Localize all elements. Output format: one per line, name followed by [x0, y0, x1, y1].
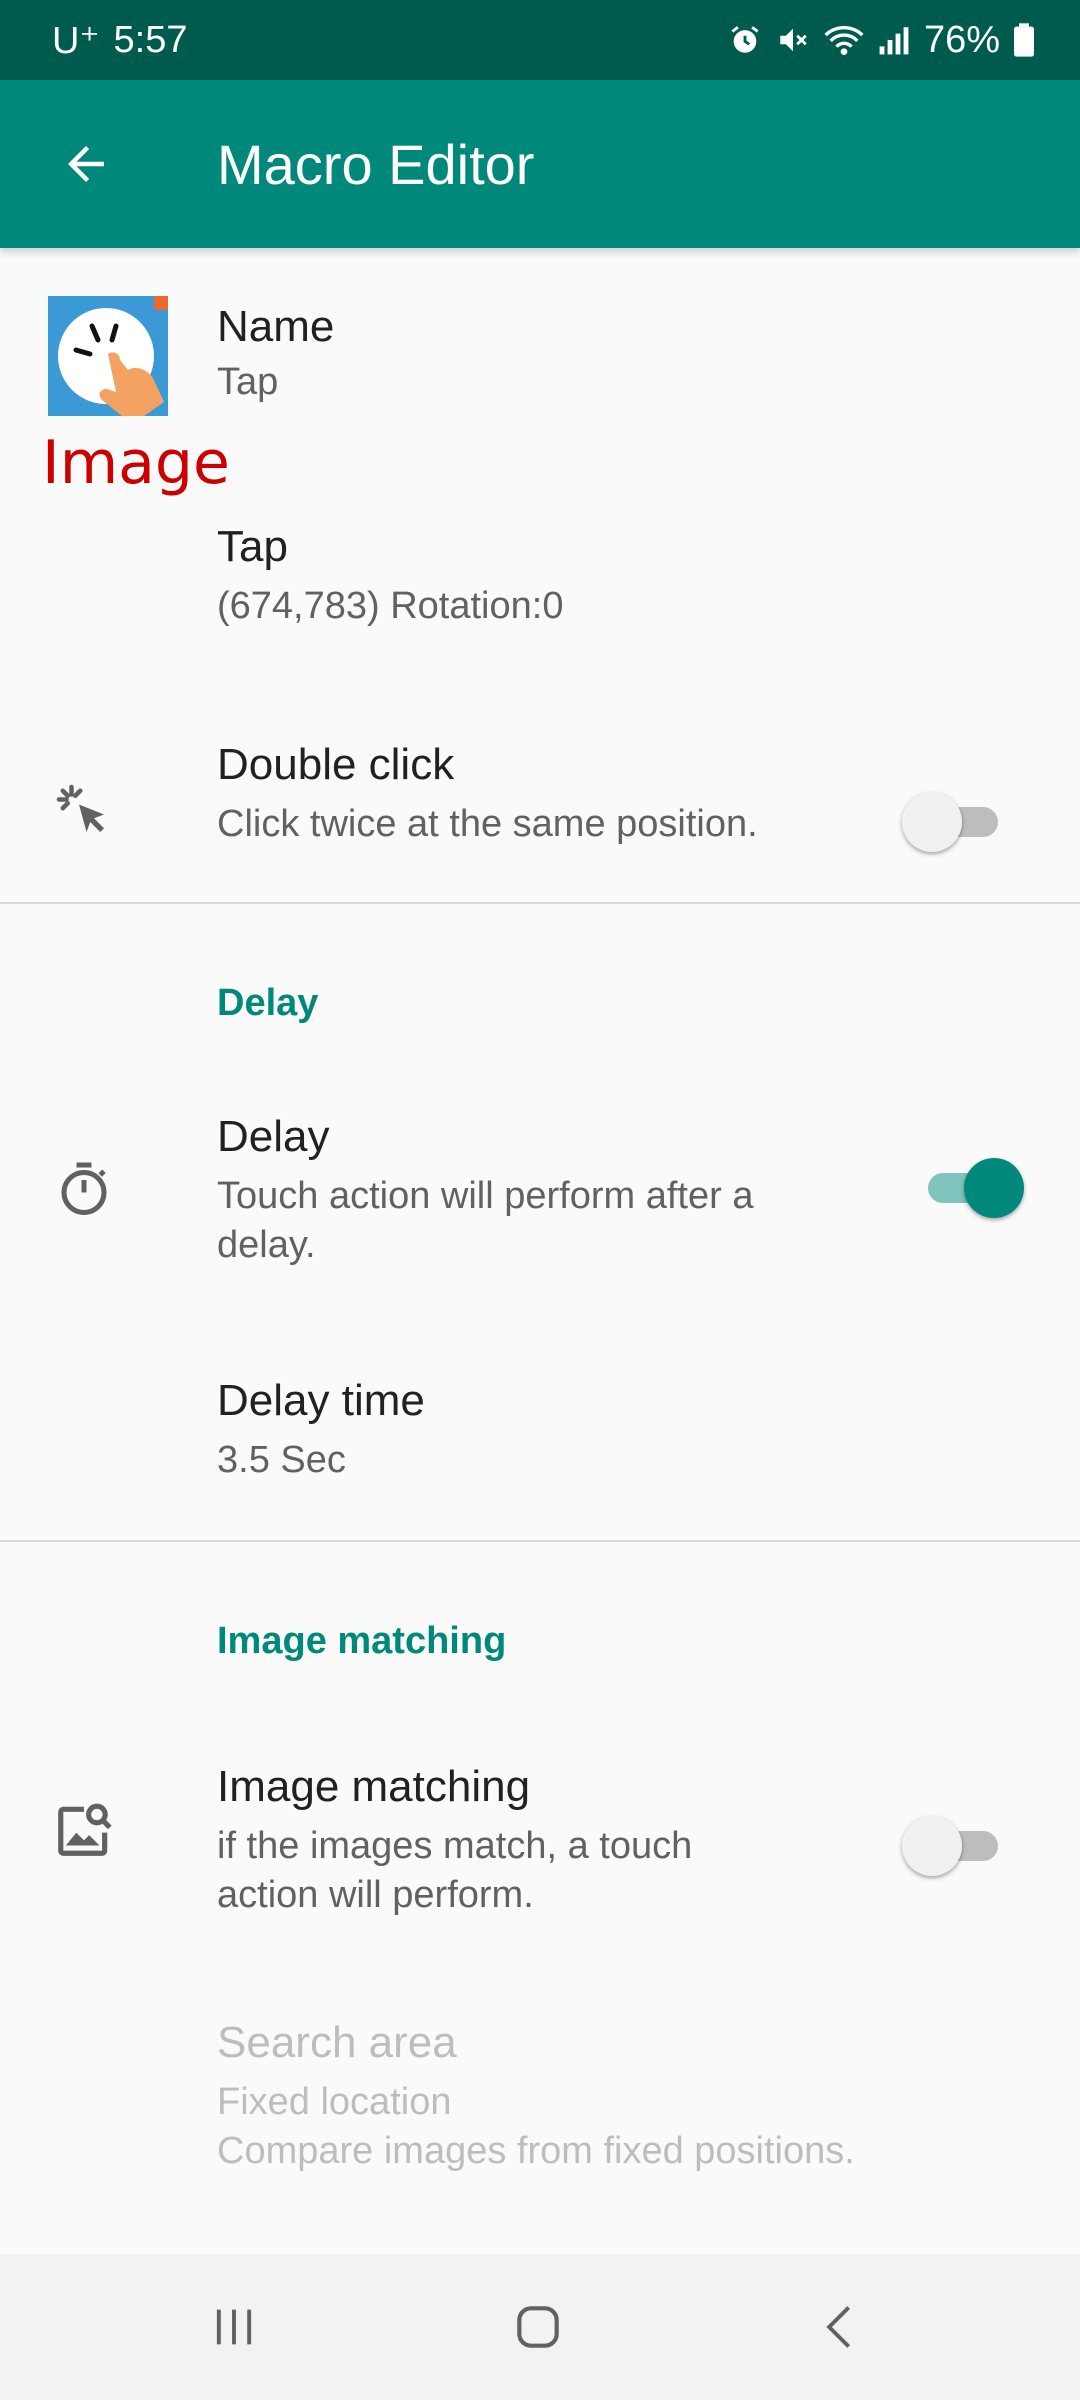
double-click-summary: Click twice at the same position. [217, 803, 758, 845]
search-area-title: Search area [217, 2018, 457, 2067]
double-click-title: Double click [217, 740, 455, 789]
delay-time-summary: 3.5 Sec [217, 1439, 346, 1481]
wifi-icon [824, 23, 864, 57]
delay-preference[interactable]: Delay Touch action will perform after a … [0, 1080, 1080, 1300]
tap-summary: (674,783) Rotation:0 [217, 585, 564, 627]
clock: 5:57 [113, 18, 188, 61]
image-matching-title: Image matching [217, 1762, 531, 1811]
page-title: Macro Editor [217, 132, 535, 196]
arrow-back-icon[interactable] [54, 132, 118, 196]
image-search-icon [48, 1794, 120, 1866]
name-preference[interactable]: Name Tap [0, 248, 1080, 448]
click-cursor-icon [48, 776, 120, 848]
image-matching-summary-line1: if the images match, a touch [217, 1825, 693, 1867]
carrier-label: U⁺ [52, 19, 100, 62]
home-icon[interactable] [438, 2254, 638, 2400]
timer-icon [48, 1154, 120, 1226]
divider [0, 902, 1080, 904]
delay-title: Delay [217, 1112, 330, 1161]
navigation-bar [0, 2254, 1080, 2400]
image-matching-summary-line2: action will perform. [217, 1874, 534, 1916]
signal-icon [878, 23, 910, 57]
image-overlay-label: Image [42, 428, 230, 498]
back-nav-icon[interactable] [740, 2254, 940, 2400]
name-title: Name [217, 302, 335, 351]
delay-summary-line2: delay. [217, 1224, 316, 1266]
delay-time-preference[interactable]: Delay time 3.5 Sec [0, 1350, 1080, 1520]
status-left: U⁺ 5:57 [52, 18, 187, 63]
delay-section-header: Delay [217, 982, 319, 1024]
delay-time-title: Delay time [217, 1376, 425, 1425]
image-matching-preference[interactable]: Image matching if the images match, a to… [0, 1720, 1080, 1940]
delay-summary-line1: Touch action will perform after a [217, 1175, 754, 1217]
recents-icon[interactable] [134, 2254, 334, 2400]
battery-icon [1014, 23, 1034, 57]
delay-switch[interactable] [914, 1158, 1024, 1218]
mute-icon [776, 23, 810, 57]
divider [0, 1540, 1080, 1542]
tap-title: Tap [217, 522, 288, 571]
search-area-summary-line2: Compare images from fixed positions. [217, 2130, 855, 2172]
double-click-preference[interactable]: Double click Click twice at the same pos… [0, 714, 1080, 904]
app-bar: Macro Editor [0, 80, 1080, 248]
search-area-preference[interactable]: Search area Fixed location Compare image… [0, 2000, 1080, 2200]
status-bar: U⁺ 5:57 76% [0, 0, 1080, 80]
name-summary: Tap [217, 361, 279, 403]
tap-app-icon [48, 296, 168, 416]
status-right: 76% [728, 19, 1034, 62]
tap-preference[interactable]: Tap (674,783) Rotation:0 [0, 500, 1080, 660]
image-matching-section-header: Image matching [217, 1620, 507, 1662]
alarm-icon [728, 23, 762, 57]
double-click-switch[interactable] [902, 792, 1012, 852]
search-area-summary-line1: Fixed location [217, 2081, 452, 2123]
battery-level: 76% [923, 18, 1000, 61]
image-matching-switch[interactable] [902, 1816, 1012, 1876]
